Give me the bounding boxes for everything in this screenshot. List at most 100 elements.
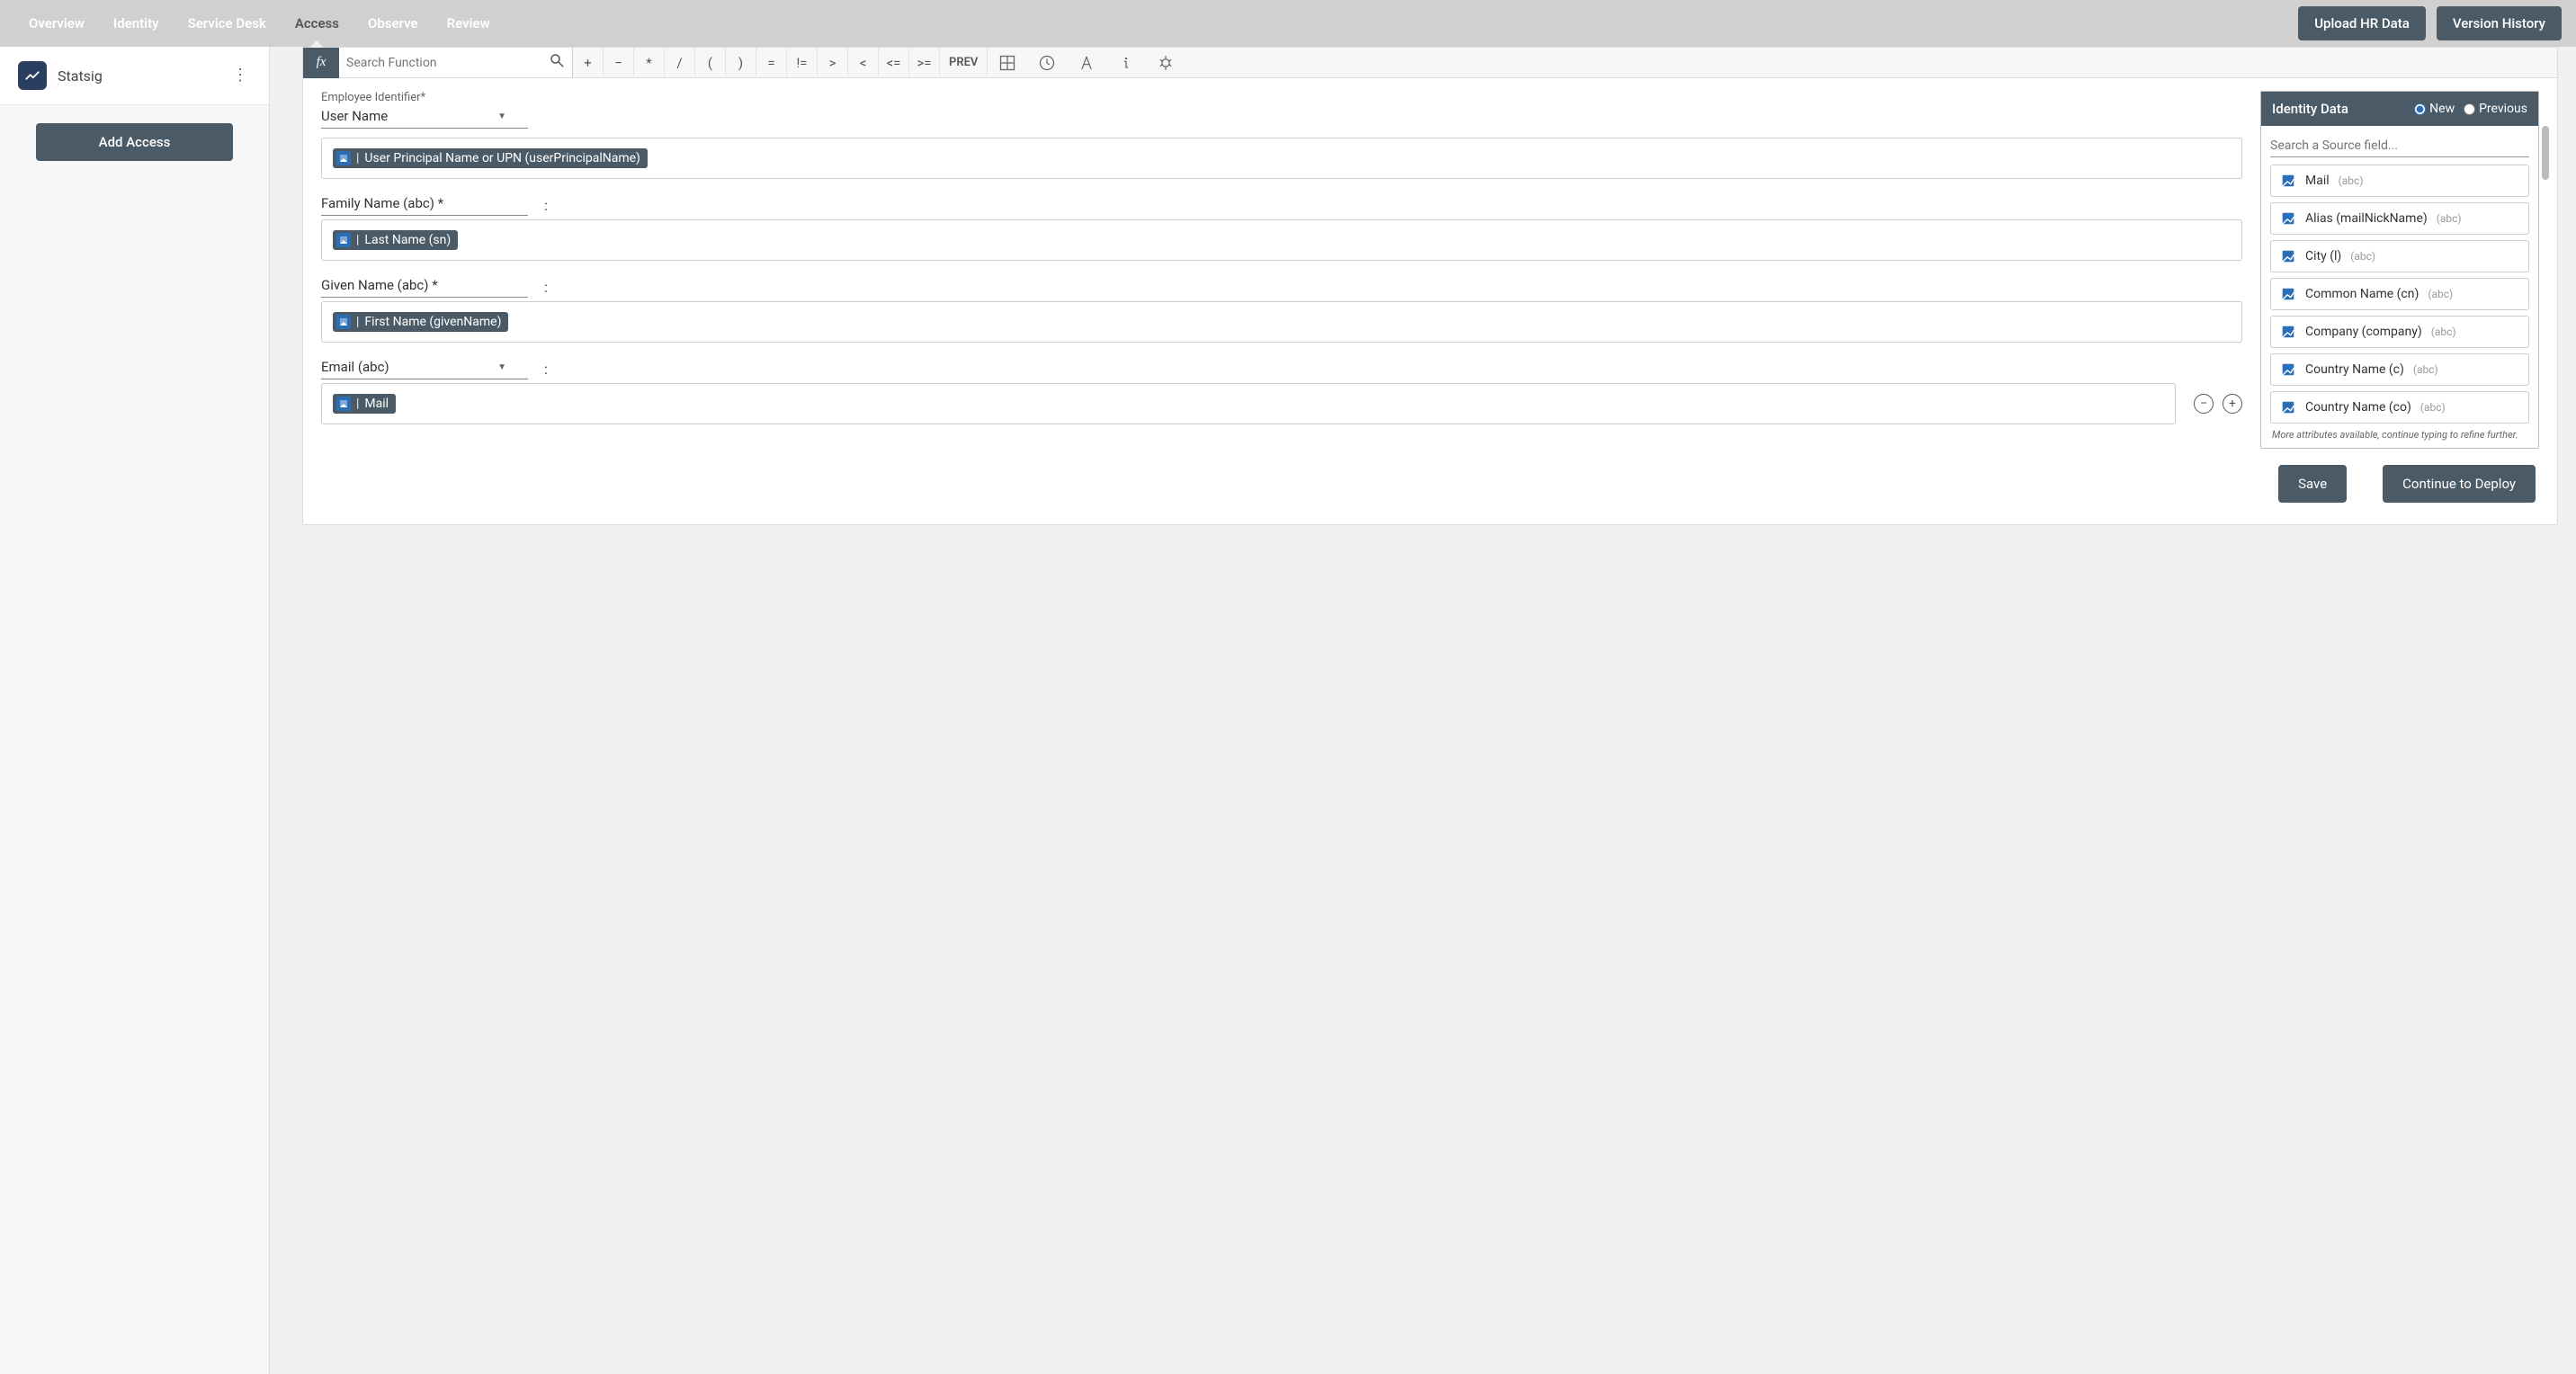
panel-item-name: Company (company) [2305, 325, 2422, 339]
panel-item-type: (abc) [2339, 174, 2364, 187]
token-text: Mail [364, 397, 389, 411]
op-divide[interactable]: / [665, 48, 695, 78]
op-neq[interactable]: != [787, 48, 818, 78]
op-plus[interactable]: + [573, 48, 604, 78]
add-row-button[interactable]: + [2223, 394, 2242, 414]
source-field-icon [2280, 173, 2296, 189]
email-token[interactable]: | Mail [333, 394, 396, 414]
email-input[interactable]: | Mail [321, 383, 2176, 424]
panel-item-type: (abc) [2428, 288, 2453, 300]
upload-hr-data-button[interactable]: Upload HR Data [2298, 6, 2426, 40]
source-field-icon [2280, 324, 2296, 340]
panel-item[interactable]: Country Name (c)(abc) [2270, 353, 2529, 386]
token-divider: | [356, 151, 359, 165]
op-prev[interactable]: PREV [940, 48, 988, 78]
colon-separator: : [544, 279, 548, 298]
fx-icon: fx [303, 48, 339, 78]
formula-bar: fx + − * / ( ) = != > < [303, 48, 2557, 78]
table-icon[interactable] [988, 48, 1027, 78]
op-lte[interactable]: <= [879, 48, 909, 78]
search-function-wrap [339, 48, 573, 77]
version-history-button[interactable]: Version History [2437, 6, 2562, 40]
given-name-select[interactable]: Given Name (abc) * [321, 273, 528, 298]
employee-identifier-input[interactable]: | User Principal Name or UPN (userPrinci… [321, 138, 2242, 179]
continue-deploy-button[interactable]: Continue to Deploy [2383, 465, 2536, 503]
chevron-down-icon: ▼ [497, 362, 506, 372]
source-field-icon [2280, 286, 2296, 302]
op-minus[interactable]: − [604, 48, 634, 78]
sidebar-app-row[interactable]: Statsig ⋮ [0, 47, 269, 105]
info-icon[interactable] [1106, 48, 1146, 78]
panel-item-name: City (l) [2305, 249, 2341, 263]
bug-icon[interactable] [1146, 48, 1185, 78]
token-text: Last Name (sn) [364, 233, 451, 247]
radio-previous[interactable]: Previous [2464, 102, 2527, 116]
app-menu-button[interactable]: ⋮ [229, 65, 251, 86]
text-icon[interactable] [1067, 48, 1106, 78]
kebab-icon: ⋮ [232, 67, 248, 84]
token-divider: | [356, 315, 359, 329]
family-name-select[interactable]: Family Name (abc) * [321, 192, 528, 216]
panel-item[interactable]: Mail (abc) [2270, 165, 2529, 197]
panel-item-name: Country Name (co) [2305, 400, 2411, 415]
colon-separator: : [544, 361, 548, 379]
op-gt[interactable]: > [818, 48, 848, 78]
mapping-form: Employee Identifier* User Name ▼ | User … [321, 91, 2242, 506]
token-text: User Principal Name or UPN (userPrincipa… [364, 151, 640, 165]
given-name-block: Given Name (abc) * : | First Name (given… [321, 273, 2242, 343]
panel-list: Mail(abc)Alias (mailNickName)(abc)City (… [2270, 165, 2529, 424]
tab-service-desk[interactable]: Service Desk [174, 0, 281, 47]
panel-item[interactable]: Country Name (co) (abc) [2270, 391, 2529, 424]
panel-item-type: (abc) [2420, 401, 2446, 414]
tab-identity[interactable]: Identity [99, 0, 174, 47]
top-nav: Overview Identity Service Desk Access Ob… [0, 0, 2576, 47]
search-function-input[interactable] [346, 56, 549, 70]
identity-data-panel: Identity Data New Previous Mail(abc)Alia… [2260, 91, 2539, 449]
op-eq[interactable]: = [756, 48, 787, 78]
family-name-token[interactable]: | Last Name (sn) [333, 230, 458, 250]
panel-item[interactable]: Company (company)(abc) [2270, 316, 2529, 348]
op-lt[interactable]: < [848, 48, 879, 78]
clock-icon[interactable] [1027, 48, 1067, 78]
email-label: Email (abc) [321, 359, 389, 375]
panel-item-name: Common Name (cn) [2305, 287, 2419, 301]
employee-identifier-block: Employee Identifier* User Name ▼ | User … [321, 91, 2242, 179]
tab-overview[interactable]: Overview [14, 0, 99, 47]
given-name-input[interactable]: | First Name (givenName) [321, 301, 2242, 343]
source-field-icon [336, 151, 351, 165]
search-icon[interactable] [549, 52, 565, 73]
source-field-icon [2280, 399, 2296, 415]
save-button[interactable]: Save [2278, 465, 2347, 503]
remove-row-button[interactable]: − [2194, 394, 2214, 414]
email-select[interactable]: Email (abc) ▼ [321, 355, 528, 379]
panel-search-input[interactable] [2270, 135, 2529, 157]
chevron-down-icon: ▼ [497, 112, 506, 121]
add-access-button[interactable]: Add Access [36, 123, 233, 161]
employee-identifier-token[interactable]: | User Principal Name or UPN (userPrinci… [333, 148, 648, 168]
footer-buttons: Save Continue to Deploy [2260, 449, 2539, 506]
tab-review[interactable]: Review [433, 0, 505, 47]
panel-item-name: Country Name (c) [2305, 362, 2404, 377]
panel-item[interactable]: Common Name (cn) (abc) [2270, 278, 2529, 310]
scrollbar-thumb[interactable] [2542, 126, 2549, 180]
family-name-input[interactable]: | Last Name (sn) [321, 219, 2242, 261]
panel-item-type: (abc) [2437, 212, 2462, 225]
given-name-label: Given Name (abc) * [321, 277, 438, 293]
panel-item-name: Mail [2305, 174, 2330, 188]
tab-observe[interactable]: Observe [353, 0, 433, 47]
panel-hint: More attributes available, continue typi… [2270, 424, 2529, 442]
employee-identifier-select[interactable]: User Name ▼ [321, 104, 528, 129]
employee-identifier-label: Employee Identifier* [321, 91, 2242, 104]
mapping-card: fx + − * / ( ) = != > < [302, 47, 2558, 525]
source-field-icon [336, 397, 351, 411]
identity-data-column: Identity Data New Previous Mail(abc)Alia… [2260, 91, 2539, 506]
op-gte[interactable]: >= [909, 48, 940, 78]
radio-new[interactable]: New [2414, 102, 2455, 116]
panel-item[interactable]: City (l)(abc) [2270, 240, 2529, 272]
given-name-token[interactable]: | First Name (givenName) [333, 312, 508, 332]
panel-item[interactable]: Alias (mailNickName)(abc) [2270, 202, 2529, 235]
tab-access[interactable]: Access [281, 0, 353, 47]
op-multiply[interactable]: * [634, 48, 665, 78]
op-rparen[interactable]: ) [726, 48, 756, 78]
op-lparen[interactable]: ( [695, 48, 726, 78]
